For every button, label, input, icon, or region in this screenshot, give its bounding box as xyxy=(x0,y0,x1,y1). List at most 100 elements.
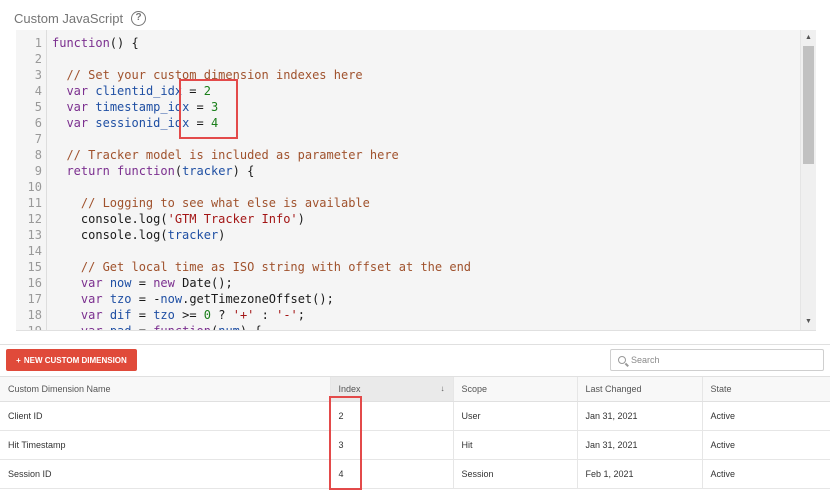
line-number: 15 xyxy=(27,260,42,274)
dimension-name-link[interactable]: Session ID xyxy=(0,459,330,489)
line-number: 12 xyxy=(27,212,42,226)
table-row[interactable]: Hit Timestamp 3 Hit Jan 31, 2021 Active xyxy=(0,430,830,460)
code-line[interactable]: 4 var clientid_idx = 2 xyxy=(16,83,798,99)
editor-scrollbar[interactable]: ▲ ▼ xyxy=(800,30,816,330)
dimensions-toolbar: + NEW CUSTOM DIMENSION xyxy=(0,344,830,377)
code-text[interactable]: var tzo = -now.getTimezoneOffset(); xyxy=(46,291,334,307)
code-text[interactable] xyxy=(46,179,52,195)
line-number: 6 xyxy=(34,116,42,130)
table-body: Client ID 2 User Jan 31, 2021 Active Hit Time… xyxy=(0,401,830,489)
custom-dimensions-table: Custom Dimension Name Index ↓ Scope Last… xyxy=(0,376,830,489)
code-text[interactable]: // Logging to see what else is available xyxy=(46,195,370,211)
code-text[interactable]: console.log(tracker) xyxy=(46,227,226,243)
dimension-scope: Hit xyxy=(452,430,577,460)
search-box[interactable] xyxy=(610,349,824,371)
line-number: 10 xyxy=(27,180,42,194)
code-text[interactable]: var timestamp_idx = 3 xyxy=(46,99,218,115)
code-text[interactable]: // Get local time as ISO string with off… xyxy=(46,259,471,275)
search-input[interactable] xyxy=(631,355,811,365)
dimension-last-changed: Feb 1, 2021 xyxy=(576,459,702,489)
code-text[interactable] xyxy=(46,51,52,67)
dimension-scope: Session xyxy=(452,459,577,489)
code-text[interactable]: return function(tracker) { xyxy=(46,163,254,179)
dimension-index: 4 xyxy=(329,459,453,489)
dimension-last-changed: Jan 31, 2021 xyxy=(576,430,702,460)
plus-icon: + xyxy=(16,355,21,365)
code-text[interactable]: console.log('GTM Tracker Info') xyxy=(46,211,305,227)
line-number: 17 xyxy=(27,292,42,306)
scroll-up-icon[interactable]: ▲ xyxy=(801,32,816,44)
code-line[interactable]: 15 // Get local time as ISO string with … xyxy=(16,259,798,275)
line-number: 5 xyxy=(34,100,42,114)
line-number: 3 xyxy=(34,68,42,82)
new-custom-dimension-label: NEW CUSTOM DIMENSION xyxy=(23,355,127,365)
dimension-state: Active xyxy=(701,401,830,431)
section-title: Custom JavaScript xyxy=(14,10,124,26)
scroll-down-icon[interactable]: ▼ xyxy=(801,316,816,328)
column-header-index[interactable]: Index ↓ xyxy=(329,376,453,402)
code-text[interactable]: var pad = function(num) { xyxy=(46,323,262,330)
code-line[interactable]: 19 var pad = function(num) { xyxy=(16,323,798,331)
sort-descending-icon[interactable]: ↓ xyxy=(441,384,445,393)
line-number: 11 xyxy=(27,196,42,210)
dimension-scope: User xyxy=(452,401,577,431)
dimension-state: Active xyxy=(701,430,830,460)
code-line[interactable]: 6 var sessionid_idx = 4 xyxy=(16,115,798,131)
help-icon[interactable]: ? xyxy=(131,10,147,26)
column-header-scope[interactable]: Scope xyxy=(452,376,577,402)
code-line[interactable]: 18 var dif = tzo >= 0 ? '+' : '-'; xyxy=(16,307,798,323)
line-number: 8 xyxy=(34,148,42,162)
code-text[interactable]: var sessionid_idx = 4 xyxy=(46,115,218,131)
dimension-state: Active xyxy=(701,459,830,489)
section-header: Custom JavaScript ? xyxy=(14,9,147,27)
code-line[interactable]: 13 console.log(tracker) xyxy=(16,227,798,243)
table-row[interactable]: Client ID 2 User Jan 31, 2021 Active xyxy=(0,401,830,431)
code-editor[interactable]: 1 function() {2 3 // Set your custom dimen… xyxy=(16,30,816,331)
code-line[interactable]: 16 var now = new Date(); xyxy=(16,275,798,291)
code-line[interactable]: 5 var timestamp_idx = 3 xyxy=(16,99,798,115)
table-header-row: Custom Dimension Name Index ↓ Scope Last… xyxy=(0,376,830,402)
code-line[interactable]: 2 xyxy=(16,51,798,67)
new-custom-dimension-button[interactable]: + NEW CUSTOM DIMENSION xyxy=(6,349,137,371)
column-header-name[interactable]: Custom Dimension Name xyxy=(0,376,330,402)
scrollbar-thumb[interactable] xyxy=(803,46,814,164)
line-number: 16 xyxy=(27,276,42,290)
code-line[interactable]: 12 console.log('GTM Tracker Info') xyxy=(16,211,798,227)
code-line[interactable]: 11 // Logging to see what else is availa… xyxy=(16,195,798,211)
dimension-last-changed: Jan 31, 2021 xyxy=(576,401,702,431)
code-text[interactable]: // Set your custom dimension indexes her… xyxy=(46,67,362,83)
code-line[interactable]: 10 xyxy=(16,179,798,195)
table-row[interactable]: Session ID 4 Session Feb 1, 2021 Active xyxy=(0,459,830,489)
code-text[interactable] xyxy=(46,243,52,259)
code-line[interactable]: 14 xyxy=(16,243,798,259)
line-number: 19 xyxy=(27,324,42,331)
line-number: 14 xyxy=(27,244,42,258)
code-text[interactable]: function() { xyxy=(46,35,139,51)
line-number: 13 xyxy=(27,228,42,242)
code-line[interactable]: 8 // Tracker model is included as parame… xyxy=(16,147,798,163)
code-text[interactable] xyxy=(46,131,52,147)
code-line[interactable]: 7 xyxy=(16,131,798,147)
dimension-index: 3 xyxy=(329,430,453,460)
dimension-name-link[interactable]: Hit Timestamp xyxy=(0,430,330,460)
dimension-index: 2 xyxy=(329,401,453,431)
code-text[interactable]: var clientid_idx = 2 xyxy=(46,83,211,99)
line-number: 9 xyxy=(34,164,42,178)
code-text[interactable]: var dif = tzo >= 0 ? '+' : '-'; xyxy=(46,307,305,323)
line-number: 7 xyxy=(34,132,42,146)
line-number: 18 xyxy=(27,308,42,322)
search-icon xyxy=(618,356,626,364)
column-header-state[interactable]: State xyxy=(701,376,830,402)
dimension-name-link[interactable]: Client ID xyxy=(0,401,330,431)
code-line[interactable]: 3 // Set your custom dimension indexes h… xyxy=(16,67,798,83)
line-number: 1 xyxy=(34,36,42,50)
line-number: 2 xyxy=(34,52,42,66)
line-number: 4 xyxy=(34,84,42,98)
code-lines[interactable]: 1 function() {2 3 // Set your custom dimen… xyxy=(16,35,798,331)
column-header-last-changed[interactable]: Last Changed xyxy=(576,376,702,402)
code-line[interactable]: 17 var tzo = -now.getTimezoneOffset(); xyxy=(16,291,798,307)
code-text[interactable]: var now = new Date(); xyxy=(46,275,233,291)
code-line[interactable]: 9 return function(tracker) { xyxy=(16,163,798,179)
code-text[interactable]: // Tracker model is included as paramete… xyxy=(46,147,398,163)
code-line[interactable]: 1 function() { xyxy=(16,35,798,51)
